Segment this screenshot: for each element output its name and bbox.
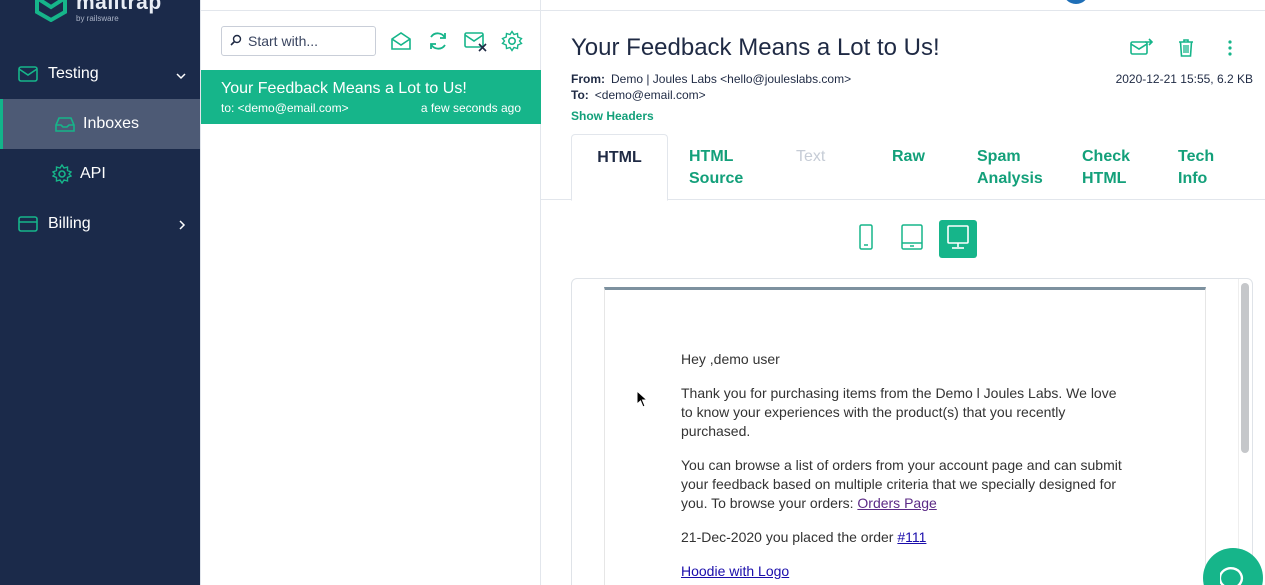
- order-text: 21-Dec-2020 you placed the order: [681, 529, 894, 545]
- product-link[interactable]: Hoodie with Logo: [681, 563, 789, 579]
- email-greeting: Hey ,demo user: [681, 351, 780, 367]
- chevron-right-icon: [178, 217, 186, 235]
- orders-page-link[interactable]: Orders Page: [857, 495, 936, 511]
- logo[interactable]: mailtrap by railsware: [34, 0, 162, 23]
- forward-icon[interactable]: [1130, 38, 1154, 63]
- search-icon: [230, 33, 242, 49]
- sidebar-item-testing[interactable]: Testing: [0, 49, 200, 99]
- email-body: Hey ,demo user Thank you for purchasing …: [681, 350, 1131, 585]
- message-time: a few seconds ago: [420, 101, 521, 115]
- email-preview[interactable]: Hey ,demo user Thank you for purchasing …: [571, 278, 1253, 585]
- tab-spam-analysis[interactable]: Spam Analysis: [977, 134, 1047, 200]
- clear-inbox-icon[interactable]: [464, 30, 487, 52]
- email-paragraph: Thank you for purchasing items from the …: [681, 385, 1117, 439]
- mark-read-icon[interactable]: [390, 30, 412, 52]
- desktop-icon: [946, 224, 970, 255]
- preview-scroll-track[interactable]: [1238, 279, 1252, 585]
- refresh-icon[interactable]: [427, 30, 449, 52]
- tab-text: Text: [796, 148, 826, 165]
- sidebar-item-label: Testing: [48, 65, 99, 82]
- preview-scrollbar[interactable]: [1241, 283, 1249, 453]
- mouse-cursor-icon: [636, 389, 649, 413]
- mailtrap-logo-icon: [35, 0, 67, 22]
- more-icon[interactable]: [1226, 38, 1234, 63]
- email-frame: Hey ,demo user Thank you for purchasing …: [604, 287, 1206, 585]
- user-avatar[interactable]: [1063, 0, 1089, 4]
- tablet-icon: [901, 223, 923, 255]
- sidebar-item-label: Inboxes: [83, 115, 140, 132]
- list-toolbar: [201, 10, 541, 70]
- trash-icon[interactable]: [1176, 38, 1196, 63]
- search-box[interactable]: [221, 26, 376, 56]
- card-icon: [18, 214, 38, 234]
- chevron-down-icon: [176, 67, 186, 85]
- view-tabs: HTML HTML Source Text Raw Spam Analysis …: [541, 134, 1265, 201]
- email-order-line: 21-Dec-2020 you placed the order #111: [681, 528, 1131, 547]
- from-label: From:: [571, 72, 605, 86]
- search-input[interactable]: [248, 33, 368, 49]
- from-value: Demo | Joules Labs <hello@jouleslabs.com…: [611, 72, 852, 86]
- message-subject: Your Feedback Means a Lot to Us!: [221, 80, 467, 97]
- tab-html[interactable]: HTML: [571, 134, 668, 201]
- tablet-view-button[interactable]: [893, 220, 931, 258]
- mail-check-icon: [18, 64, 38, 84]
- tab-raw[interactable]: Raw: [892, 134, 925, 200]
- sidebar-item-billing[interactable]: Billing: [0, 199, 200, 249]
- tab-html-source[interactable]: HTML Source: [689, 134, 749, 200]
- mailtrap-app: mailtrap by railsware Testing Inboxes AP…: [0, 0, 1265, 585]
- logo-sub: by railsware: [76, 14, 119, 23]
- to-line: To: <demo@email.com>: [571, 88, 706, 102]
- message-list-item[interactable]: Your Feedback Means a Lot to Us! to: <de…: [201, 70, 541, 124]
- inbox-icon: [55, 114, 75, 134]
- tab-check-html[interactable]: Check HTML: [1082, 134, 1137, 200]
- order-link[interactable]: #111: [897, 529, 926, 545]
- message-recipient: to: <demo@email.com>: [221, 101, 349, 115]
- from-line: From: Demo | Joules Labs <hello@jouleslab…: [571, 72, 851, 86]
- logo-name: mailtrap: [76, 0, 162, 14]
- sidebar-item-api[interactable]: API: [0, 149, 200, 199]
- to-value: <demo@email.com>: [594, 88, 706, 102]
- show-headers-link[interactable]: Show Headers: [571, 109, 654, 123]
- chat-icon: [1218, 566, 1246, 585]
- tab-tech-info[interactable]: Tech Info: [1178, 134, 1223, 200]
- message-date-size: 2020-12-21 15:55, 6.2 KB: [1115, 72, 1253, 86]
- sidebar-item-inboxes[interactable]: Inboxes: [0, 99, 200, 149]
- settings-icon[interactable]: [501, 30, 523, 52]
- to-label: To:: [571, 88, 589, 102]
- email-paragraph: You can browse a list of orders from you…: [681, 456, 1131, 513]
- sidebar-item-label: API: [80, 165, 106, 182]
- sidebar: mailtrap by railsware Testing Inboxes AP…: [0, 0, 200, 585]
- sidebar-item-label: Billing: [48, 215, 91, 232]
- message-list-pane: Your Feedback Means a Lot to Us! to: <de…: [200, 0, 541, 585]
- message-title: Your Feedback Means a Lot to Us!: [571, 34, 940, 61]
- gear-icon: [52, 164, 72, 184]
- mobile-icon: [858, 223, 874, 255]
- mobile-view-button[interactable]: [847, 220, 885, 258]
- desktop-view-button[interactable]: [939, 220, 977, 258]
